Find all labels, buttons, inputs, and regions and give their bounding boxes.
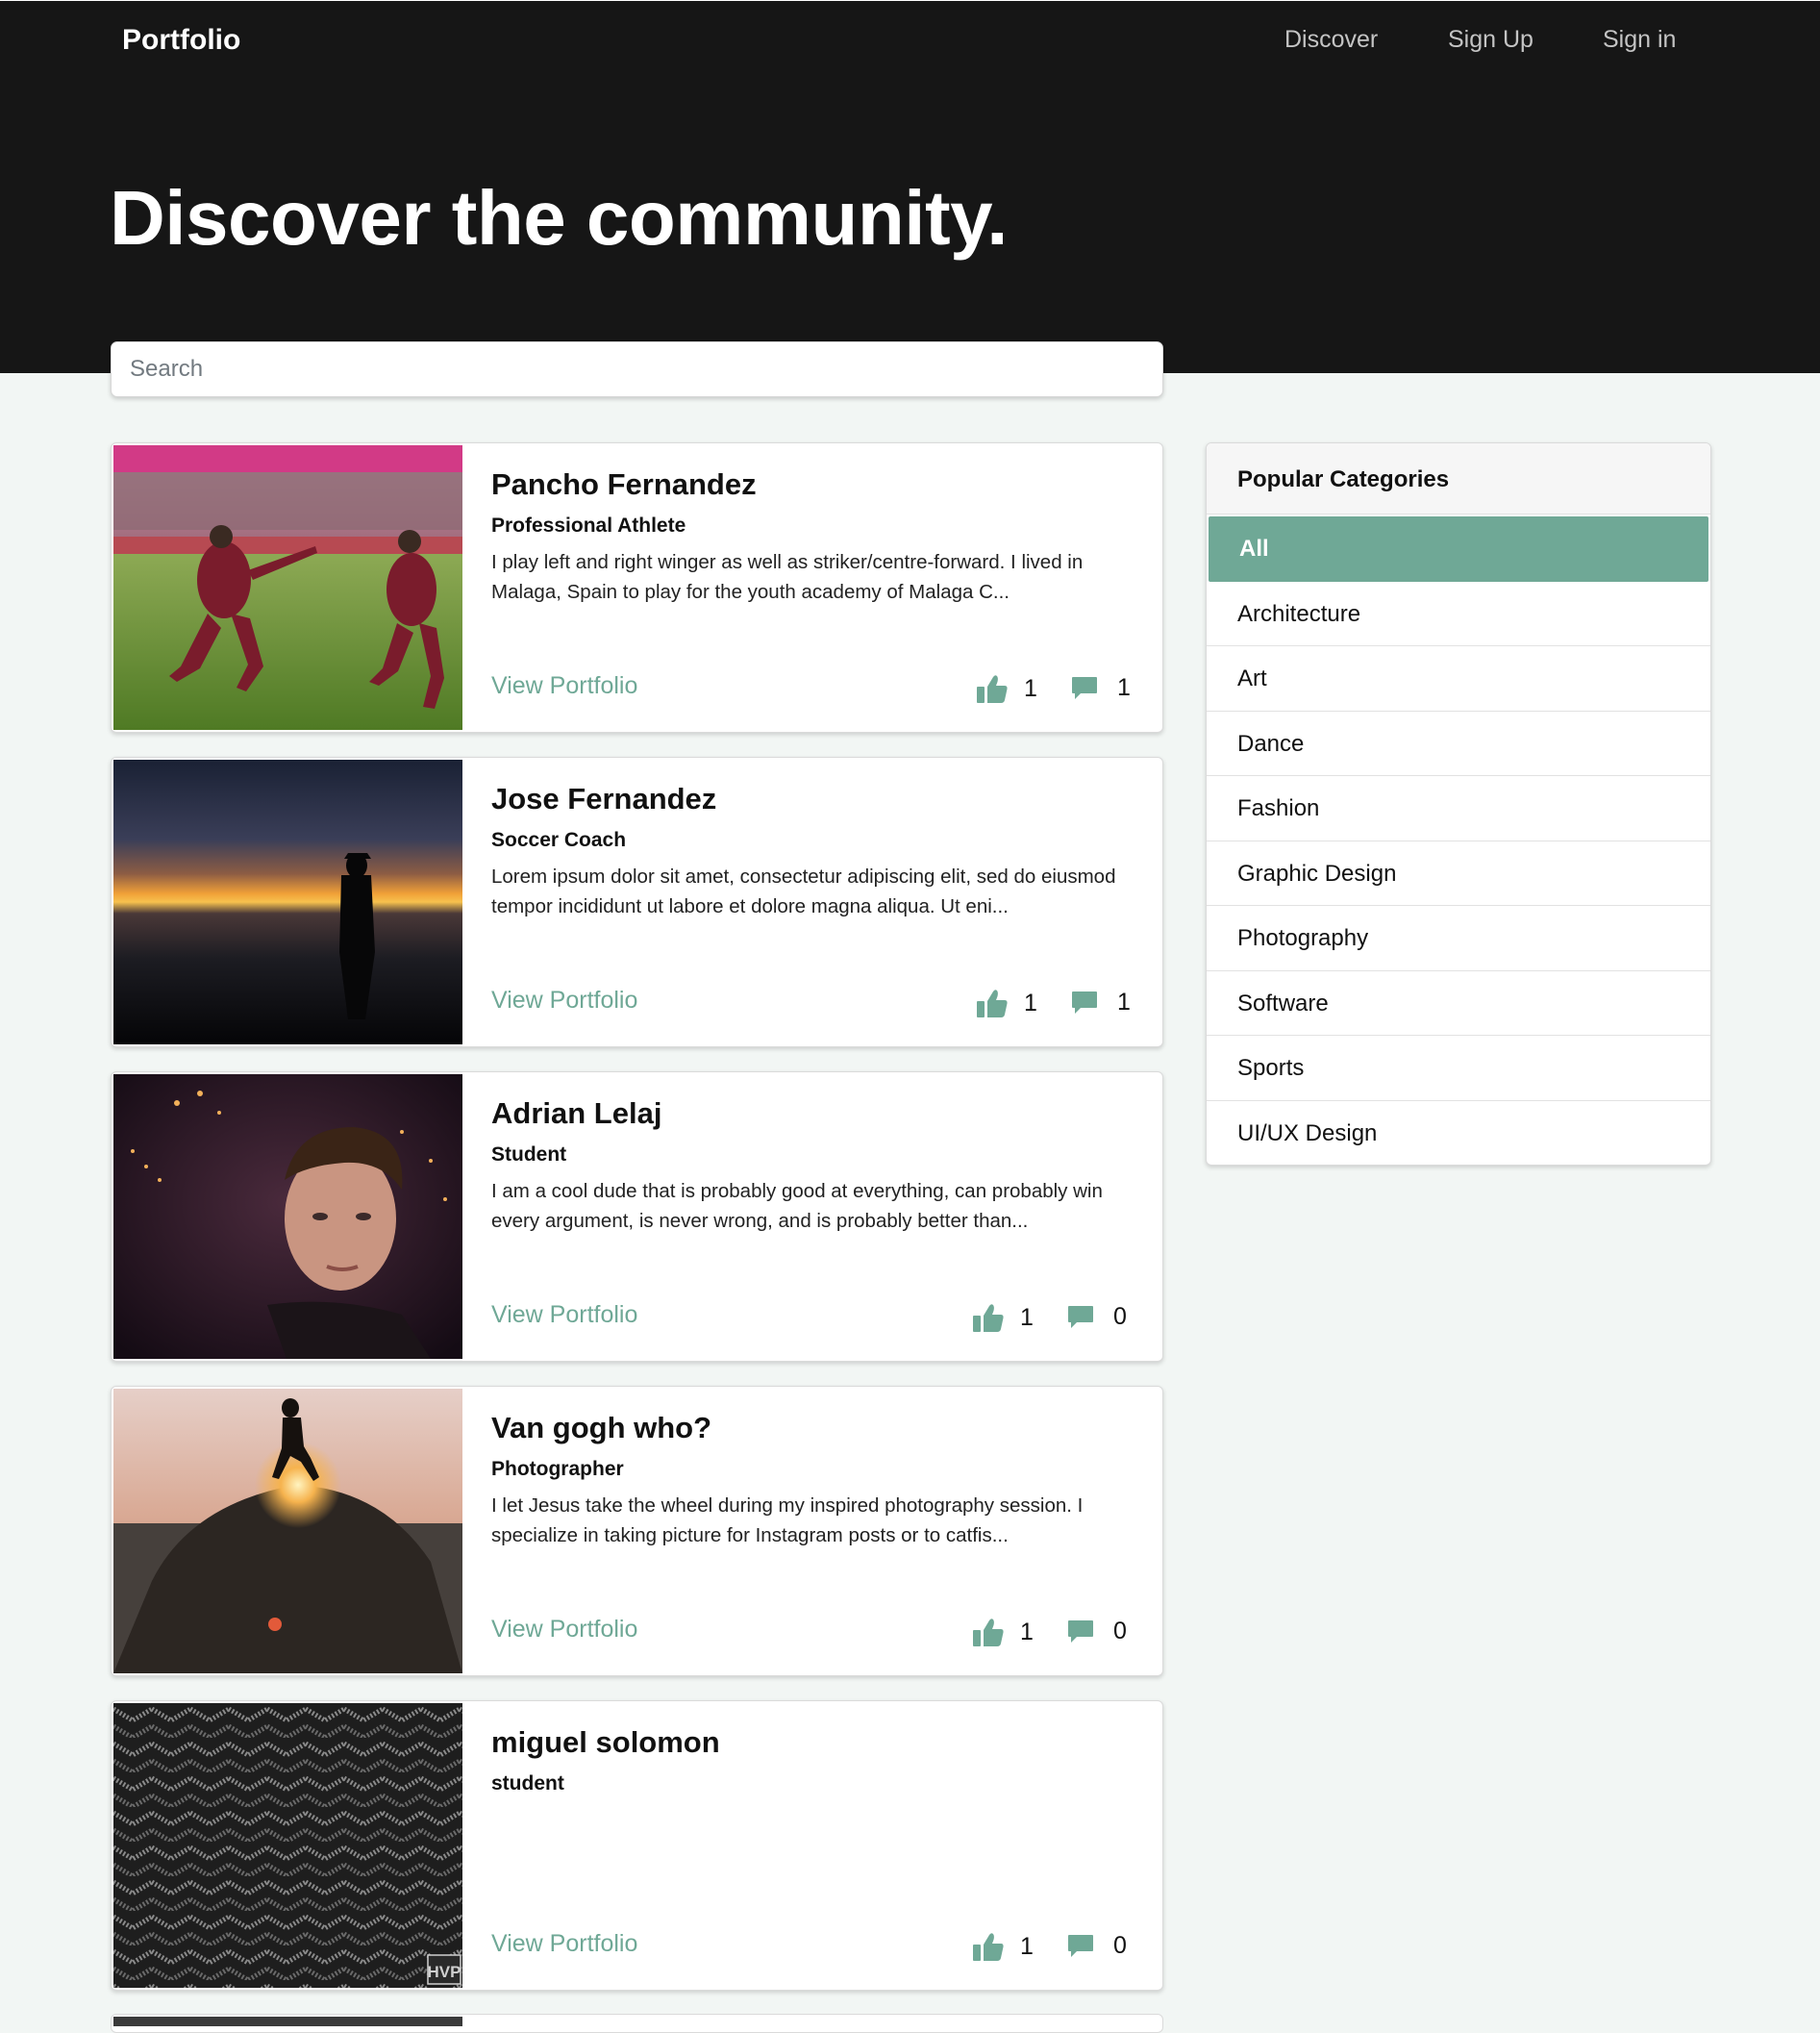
card-role: Soccer Coach: [491, 829, 627, 851]
image-watermark-text: HVP: [428, 1963, 461, 1981]
comment-icon: [1072, 676, 1097, 699]
page-header: Portfolio Discover Sign Up Sign in Disco…: [0, 0, 1820, 373]
like-count: 1: [1024, 989, 1037, 1016]
card-role: Student: [491, 1143, 567, 1166]
portfolio-card: Pancho Fernandez Professional Athlete I …: [111, 442, 1163, 733]
comment-icon: [1068, 1305, 1093, 1328]
comment-button[interactable]: 0: [1067, 1932, 1127, 1960]
portfolio-card: [111, 2014, 1163, 2033]
view-portfolio-link[interactable]: View Portfolio: [491, 1301, 637, 1329]
card-description: Lorem ipsum dolor sit amet, consectetur …: [491, 866, 1116, 917]
like-count: 1: [1020, 1932, 1034, 1960]
brand-logo-link[interactable]: Portfolio: [122, 24, 240, 57]
card-name[interactable]: Jose Fernandez: [491, 782, 716, 816]
nav-signin-link[interactable]: Sign in: [1603, 26, 1676, 54]
card-description: I let Jesus take the wheel during my ins…: [491, 1494, 1084, 1546]
nav-signup-link[interactable]: Sign Up: [1448, 26, 1533, 54]
card-role: Photographer: [491, 1458, 624, 1480]
portfolio-card: HVP miguel solomon student View Portfoli…: [111, 1700, 1163, 1991]
comment-icon: [1072, 991, 1097, 1014]
popular-categories-panel: Popular Categories All Architecture Art …: [1206, 442, 1711, 1166]
card-role: student: [491, 1772, 564, 1795]
portfolio-photo[interactable]: [113, 1389, 462, 1673]
category-fashion[interactable]: Fashion: [1207, 776, 1710, 841]
portfolio-photo[interactable]: [113, 1074, 462, 1359]
categories-title: Popular Categories: [1207, 443, 1710, 515]
like-count: 1: [1020, 1303, 1034, 1331]
search-input[interactable]: [111, 341, 1163, 397]
thumbs-up-icon: [973, 1933, 1004, 1961]
portfolio-photo[interactable]: [113, 445, 462, 730]
card-role: Professional Athlete: [491, 515, 686, 537]
view-portfolio-link[interactable]: View Portfolio: [491, 1930, 637, 1958]
like-button[interactable]: 1: [977, 989, 1037, 1017]
category-dance[interactable]: Dance: [1207, 712, 1710, 776]
comment-button[interactable]: 1: [1071, 674, 1131, 702]
comment-button[interactable]: 0: [1067, 1303, 1127, 1331]
comment-button[interactable]: 1: [1071, 989, 1131, 1016]
portfolio-card: Van gogh who? Photographer I let Jesus t…: [111, 1386, 1163, 1676]
category-art[interactable]: Art: [1207, 646, 1710, 712]
card-name[interactable]: miguel solomon: [491, 1725, 720, 1760]
thumbs-up-icon: [973, 1619, 1004, 1646]
thumbs-up-icon: [977, 675, 1008, 703]
portfolio-photo[interactable]: [113, 760, 462, 1044]
page-title: Discover the community.: [110, 175, 1008, 261]
comment-count: 1: [1117, 674, 1131, 701]
category-ui-ux-design[interactable]: UI/UX Design: [1207, 1101, 1710, 1166]
portfolio-card: Jose Fernandez Soccer Coach Lorem ipsum …: [111, 757, 1163, 1047]
card-name[interactable]: Pancho Fernandez: [491, 467, 757, 502]
like-button[interactable]: 1: [973, 1618, 1034, 1646]
category-software[interactable]: Software: [1207, 971, 1710, 1036]
comment-icon: [1068, 1619, 1093, 1643]
card-description: I am a cool dude that is probably good a…: [491, 1180, 1103, 1232]
comment-button[interactable]: 0: [1067, 1618, 1127, 1645]
comment-count: 1: [1117, 989, 1131, 1016]
thumbs-up-icon: [973, 1304, 1004, 1332]
category-sports[interactable]: Sports: [1207, 1036, 1710, 1101]
category-photography[interactable]: Photography: [1207, 906, 1710, 971]
category-graphic-design[interactable]: Graphic Design: [1207, 841, 1710, 906]
comment-icon: [1068, 1934, 1093, 1957]
card-name[interactable]: Adrian Lelaj: [491, 1096, 661, 1131]
like-button[interactable]: 1: [973, 1303, 1034, 1332]
like-button[interactable]: 1: [973, 1932, 1034, 1961]
nav-discover-link[interactable]: Discover: [1284, 26, 1378, 54]
comment-count: 0: [1113, 1932, 1127, 1959]
view-portfolio-link[interactable]: View Portfolio: [491, 1616, 637, 1644]
portfolio-photo[interactable]: HVP: [113, 1703, 462, 1988]
category-all[interactable]: All: [1209, 516, 1708, 582]
portfolio-card: Adrian Lelaj Student I am a cool dude th…: [111, 1071, 1163, 1362]
card-name[interactable]: Van gogh who?: [491, 1411, 711, 1445]
thumbs-up-icon: [977, 990, 1008, 1017]
like-button[interactable]: 1: [977, 674, 1037, 703]
like-count: 1: [1020, 1618, 1034, 1645]
view-portfolio-link[interactable]: View Portfolio: [491, 672, 637, 700]
view-portfolio-link[interactable]: View Portfolio: [491, 987, 637, 1015]
category-architecture[interactable]: Architecture: [1207, 582, 1710, 646]
card-description: I play left and right winger as well as …: [491, 551, 1084, 603]
like-count: 1: [1024, 674, 1037, 702]
portfolio-photo[interactable]: [113, 2017, 462, 2026]
comment-count: 0: [1113, 1618, 1127, 1644]
comment-count: 0: [1113, 1303, 1127, 1330]
